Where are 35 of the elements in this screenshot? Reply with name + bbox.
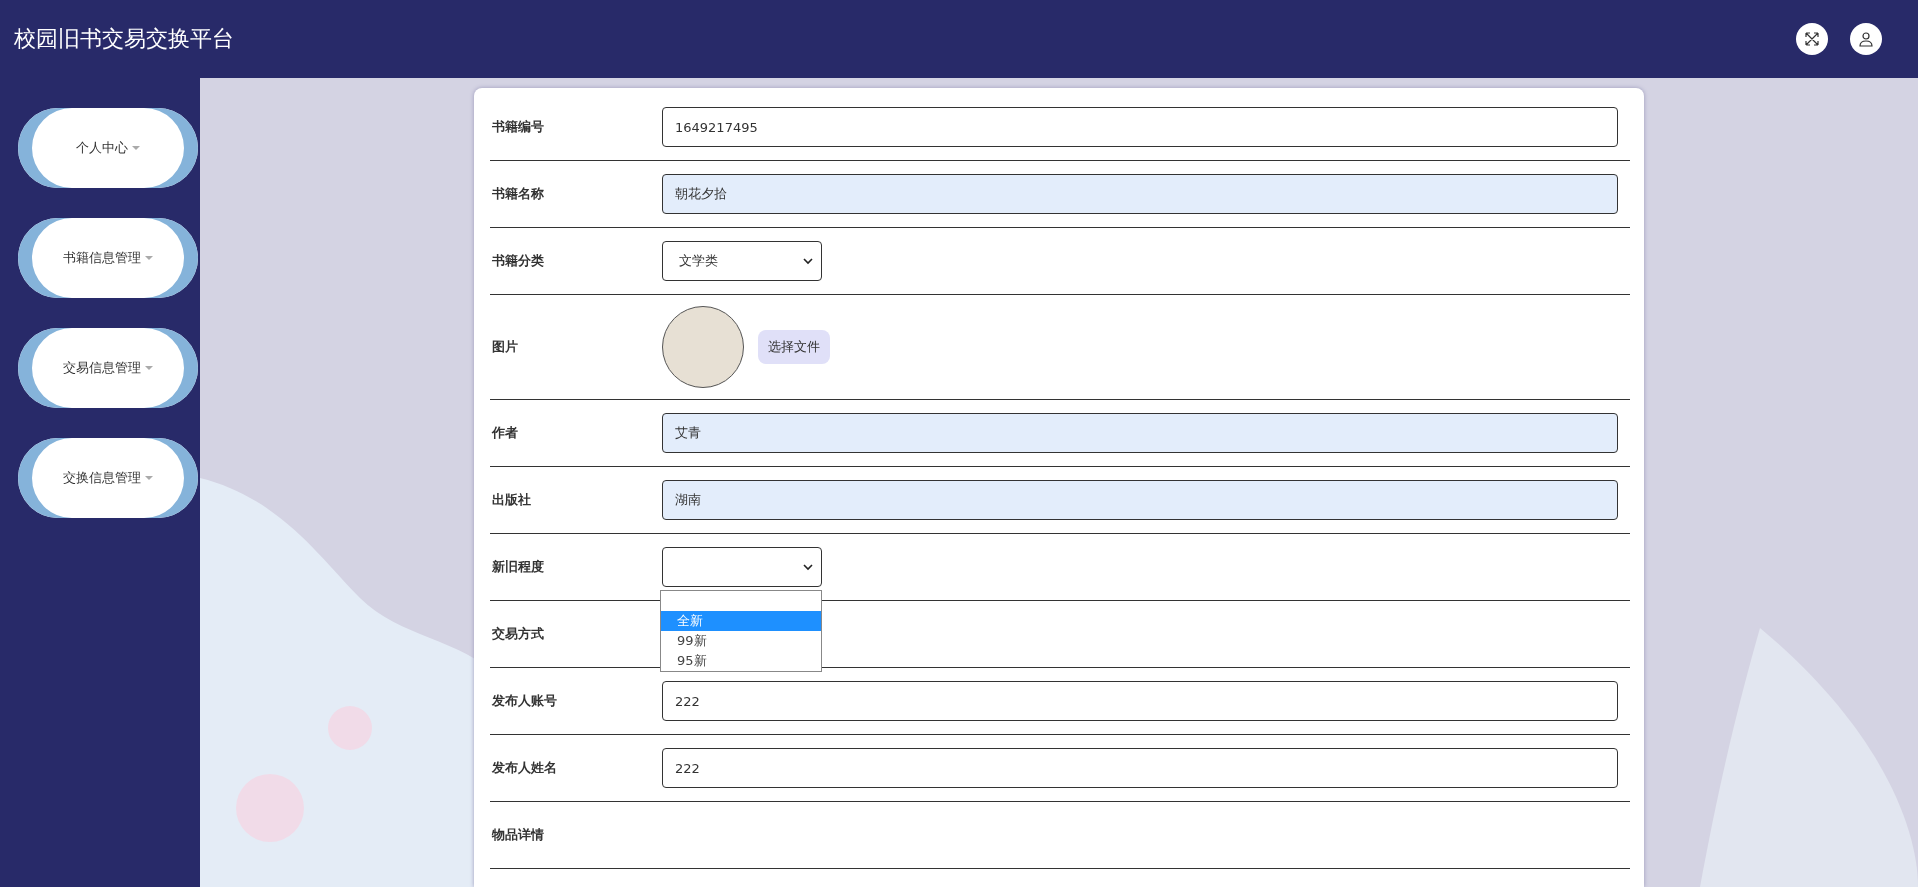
field-label: 作者: [490, 424, 519, 442]
user-icon: [1858, 31, 1874, 47]
field-label: 书籍编号: [491, 118, 545, 136]
text-field[interactable]: 222: [662, 748, 1618, 788]
caret-icon: [145, 366, 153, 370]
text-field[interactable]: 222: [662, 681, 1618, 721]
field-label: 交易方式: [491, 625, 545, 643]
text-field[interactable]: 1649217495: [662, 107, 1618, 147]
chevron-down-icon: [803, 563, 813, 571]
field-label: 发布人姓名: [491, 759, 558, 777]
user-button[interactable]: [1850, 23, 1882, 55]
text-field[interactable]: 朝花夕拾: [662, 174, 1618, 214]
field-label: 物品详情: [491, 826, 545, 844]
condition-select[interactable]: [662, 547, 822, 587]
fullscreen-button[interactable]: [1796, 23, 1828, 55]
caret-icon: [145, 256, 153, 260]
sidebar-menu-item[interactable]: 交换信息管理: [18, 438, 198, 518]
field-label: 出版社: [491, 491, 532, 509]
field-label: 书籍名称: [491, 185, 545, 203]
chevron-down-icon: [803, 257, 813, 265]
text-field[interactable]: 艾青: [662, 413, 1618, 453]
sidebar-menu-item[interactable]: 书籍信息管理: [18, 218, 198, 298]
caret-icon: [132, 146, 140, 150]
field-label: 书籍分类: [491, 252, 545, 270]
sidebar-menu-item[interactable]: 交易信息管理: [18, 328, 198, 408]
category-select[interactable]: 文学类: [662, 241, 822, 281]
site-title: 校园旧书交易交换平台: [14, 25, 235, 53]
choose-file-button[interactable]: 选择文件: [758, 330, 830, 364]
field-label: 图片: [491, 338, 519, 356]
fullscreen-icon: [1804, 31, 1820, 47]
caret-icon: [145, 476, 153, 480]
text-field[interactable]: 湖南: [662, 480, 1618, 520]
field-label: 发布人账号: [491, 692, 558, 710]
sidebar-menu-item[interactable]: 个人中心: [18, 108, 198, 188]
field-label: 新旧程度: [491, 558, 545, 576]
